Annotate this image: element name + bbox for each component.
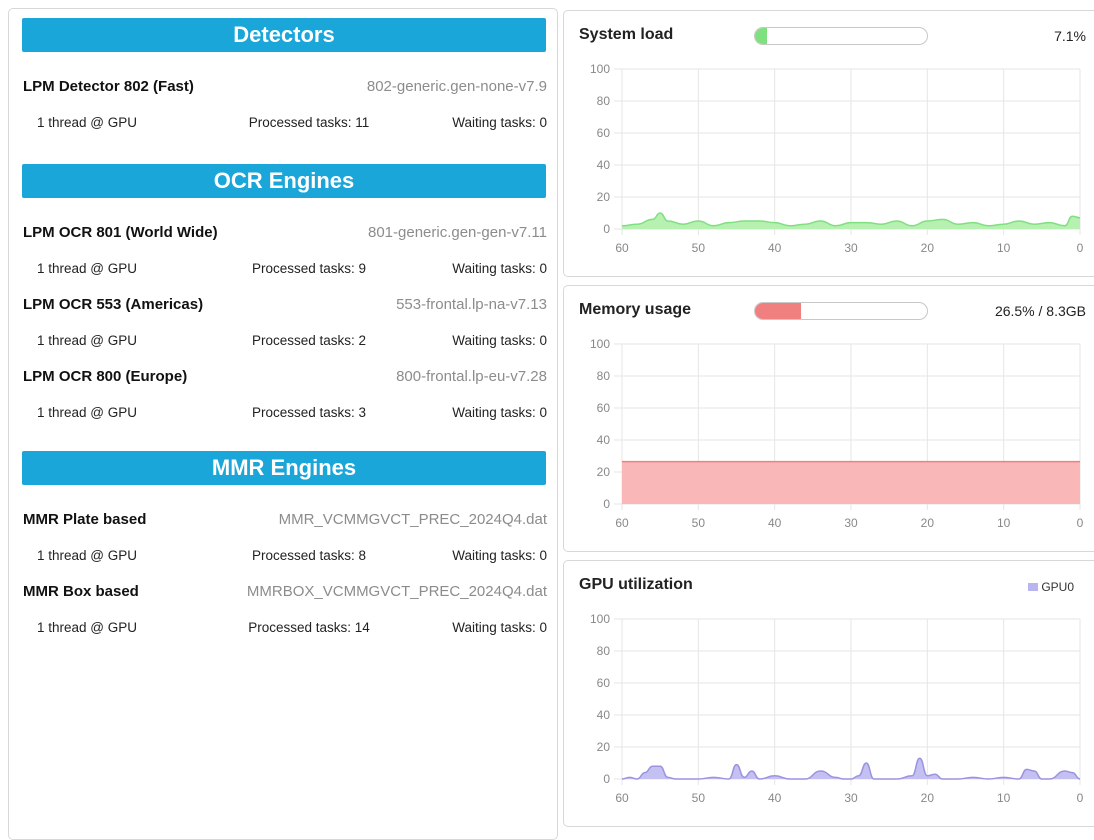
engine-threads: 1 thread @ GPU — [37, 548, 137, 563]
engine-waiting-tasks: Waiting tasks: 0 — [452, 115, 547, 130]
engine-processed-tasks: Processed tasks: 9 — [251, 261, 367, 276]
engine-name: LPM OCR 800 (Europe) — [23, 368, 188, 385]
memory-usage-panel: Memory usage 26.5% / 8.3GB 0 20 40 60 80 100 6… — [563, 285, 1094, 552]
engine-name: LPM OCR 553 (Americas) — [23, 296, 204, 313]
y-tick-label: 0 — [603, 497, 610, 511]
engine-threads: 1 thread @ GPU — [37, 333, 137, 348]
y-tick-label: 0 — [603, 222, 610, 236]
x-tick-label: 20 — [921, 791, 935, 805]
x-tick-label: 0 — [1077, 516, 1084, 530]
engine-version: MMR_VCMMGVCT_PREC_2024Q4.dat — [278, 511, 547, 528]
x-tick-label: 50 — [692, 516, 706, 530]
x-tick-label: 40 — [768, 516, 782, 530]
y-tick-label: 100 — [590, 62, 610, 76]
y-tick-label: 100 — [590, 612, 610, 626]
gpu-utilization-chart: 02040608010060 50 40 30 20 10 0 — [590, 612, 1084, 805]
engine-version: MMRBOX_VCMMGVCT_PREC_2024Q4.dat — [246, 583, 547, 600]
y-tick-label: 100 — [590, 337, 610, 351]
engine-threads: 1 thread @ GPU — [37, 115, 137, 130]
y-tick-label: 80 — [597, 94, 611, 108]
engine-processed-tasks: Processed tasks: 2 — [251, 333, 367, 348]
x-tick-label: 0 — [1077, 241, 1084, 255]
section-header: Detectors — [22, 18, 546, 52]
series-area — [622, 461, 1080, 504]
engine-version: 800-frontal.lp-eu-v7.28 — [396, 368, 547, 385]
section-header: OCR Engines — [22, 164, 546, 198]
x-tick-label: 40 — [768, 241, 782, 255]
y-tick-label: 40 — [597, 158, 611, 172]
y-tick-label: 60 — [597, 126, 611, 140]
engine-name: MMR Plate based — [23, 511, 147, 528]
y-tick-label: 40 — [597, 433, 611, 447]
y-tick-label: 20 — [597, 465, 611, 479]
engine-version: 553-frontal.lp-na-v7.13 — [396, 296, 547, 313]
y-tick-label: 80 — [597, 369, 611, 383]
x-tick-label: 60 — [615, 791, 629, 805]
engine-processed-tasks: Processed tasks: 3 — [251, 405, 367, 420]
x-tick-label: 30 — [844, 516, 858, 530]
engine-waiting-tasks: Waiting tasks: 0 — [452, 548, 547, 563]
y-tick-label: 60 — [597, 676, 611, 690]
engine-version: 801-generic.gen-gen-v7.11 — [367, 224, 547, 241]
x-tick-label: 20 — [921, 516, 935, 530]
engine-waiting-tasks: Waiting tasks: 0 — [452, 620, 547, 635]
y-tick-label: 20 — [597, 190, 611, 204]
x-tick-label: 10 — [997, 241, 1011, 255]
gpu-utilization-panel: GPU utilization GPU0 0 20 40 60 80 100 60 50 40 3… — [563, 560, 1094, 827]
x-tick-label: 40 — [768, 791, 782, 805]
engine-name: LPM Detector 802 (Fast) — [23, 78, 194, 95]
x-tick-label: 20 — [921, 241, 935, 255]
engine-threads: 1 thread @ GPU — [37, 620, 137, 635]
engine-processed-tasks: Processed tasks: 8 — [251, 548, 367, 563]
engine-name: MMR Box based — [23, 583, 139, 600]
x-tick-label: 30 — [844, 241, 858, 255]
x-tick-label: 10 — [997, 791, 1011, 805]
y-tick-label: 40 — [597, 708, 611, 722]
engine-processed-tasks: Processed tasks: 11 — [248, 115, 370, 130]
x-tick-label: 10 — [997, 516, 1011, 530]
memory-usage-chart: 02040608010060 50 40 30 20 10 0 — [590, 337, 1084, 530]
x-tick-label: 60 — [615, 241, 629, 255]
x-tick-label: 30 — [844, 791, 858, 805]
x-tick-label: 0 — [1077, 791, 1084, 805]
y-tick-label: 80 — [597, 644, 611, 658]
engine-processed-tasks: Processed tasks: 14 — [248, 620, 370, 635]
engine-name: LPM OCR 801 (World Wide) — [23, 224, 218, 241]
x-tick-label: 50 — [692, 791, 706, 805]
engine-threads: 1 thread @ GPU — [37, 405, 137, 420]
engines-panel: Detectors LPM Detector 802 (Fast) 802-gene… — [8, 8, 558, 840]
engine-waiting-tasks: Waiting tasks: 0 — [452, 405, 547, 420]
y-tick-label: 0 — [603, 772, 610, 786]
section-header: MMR Engines — [22, 451, 546, 485]
y-tick-label: 60 — [597, 401, 611, 415]
engine-threads: 1 thread @ GPU — [37, 261, 137, 276]
engine-waiting-tasks: Waiting tasks: 0 — [452, 261, 547, 276]
system-load-chart: 02040608010060 50 40 30 20 10 0 — [590, 62, 1084, 255]
system-load-panel: System load 7.1% 0 20 40 60 80 100 60 50 40 30 20 1… — [563, 10, 1094, 277]
engine-version: 802-generic.gen-none-v7.9 — [366, 78, 547, 95]
engine-waiting-tasks: Waiting tasks: 0 — [452, 333, 547, 348]
x-tick-label: 60 — [615, 516, 629, 530]
x-tick-label: 50 — [692, 241, 706, 255]
y-tick-label: 20 — [597, 740, 611, 754]
